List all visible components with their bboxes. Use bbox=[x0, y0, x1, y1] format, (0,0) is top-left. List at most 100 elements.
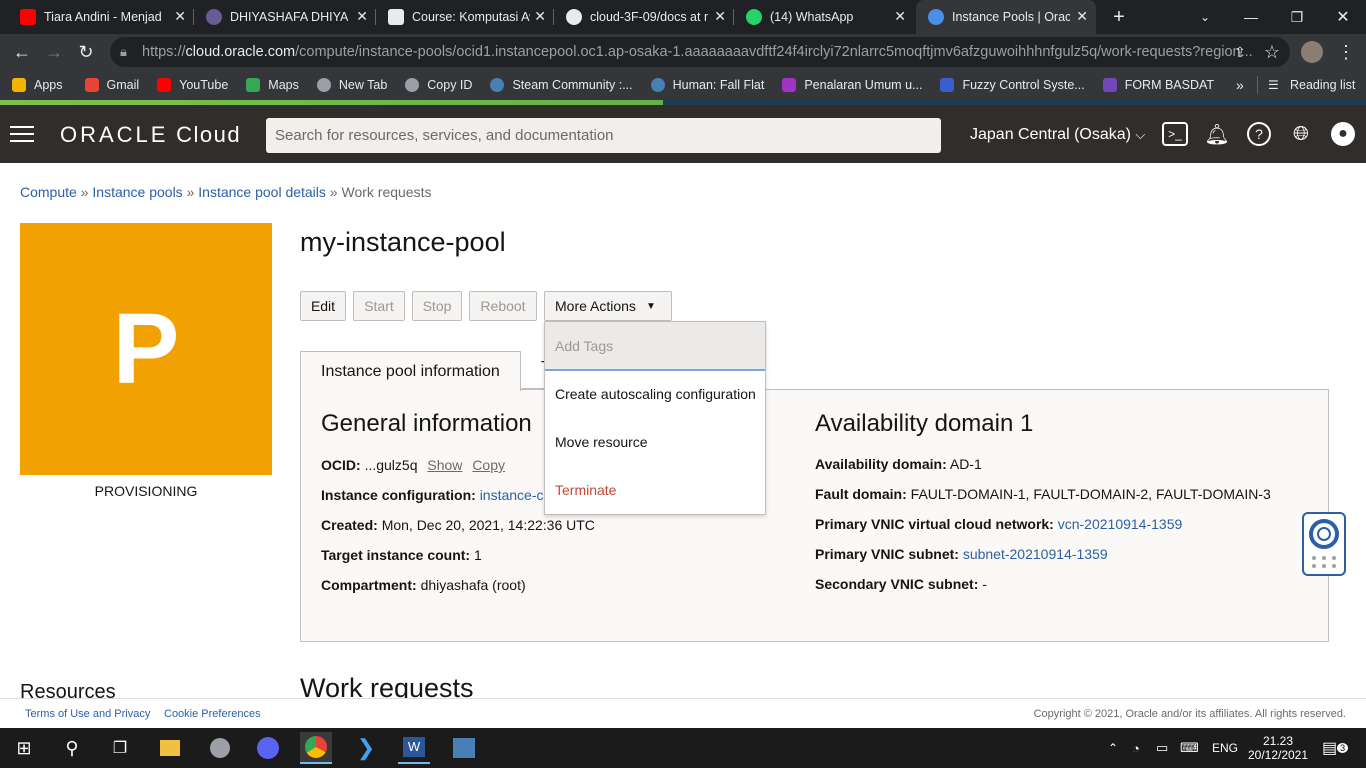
cookie-preferences-link[interactable]: Cookie Preferences bbox=[164, 708, 261, 720]
battery-icon[interactable]: ▭ bbox=[1156, 728, 1168, 768]
help-icon[interactable]: ? bbox=[1247, 122, 1271, 146]
bookmark-apps[interactable]: Apps bbox=[12, 78, 63, 92]
word-icon[interactable]: W bbox=[403, 737, 425, 757]
browser-tab[interactable]: Tiara Andini - Menjadi ✕ bbox=[8, 0, 194, 34]
windows-start-icon[interactable]: ⊞ bbox=[8, 732, 40, 764]
language-indicator[interactable]: ENG bbox=[1212, 728, 1238, 768]
task-view-icon[interactable]: ❐ bbox=[104, 732, 136, 764]
profile-user-icon[interactable]: ● bbox=[1331, 122, 1355, 146]
wifi-icon[interactable]: ◔ bbox=[1132, 728, 1140, 768]
browser-menu-icon[interactable]: ⋮ bbox=[1332, 38, 1360, 66]
add-tags-label: Add Tags bbox=[555, 338, 614, 354]
file-explorer-icon[interactable] bbox=[160, 740, 180, 756]
notifications-bell-icon[interactable]: 🔔︎ bbox=[1204, 122, 1229, 146]
bookmark-youtube[interactable]: YouTube bbox=[157, 78, 228, 92]
profile-avatar[interactable] bbox=[1301, 41, 1323, 63]
more-actions-label: More Actions bbox=[555, 298, 636, 314]
hamburger-menu-icon[interactable] bbox=[10, 126, 34, 142]
tab-search-icon[interactable]: ⌄ bbox=[1182, 0, 1228, 34]
menu-item-add-tags[interactable]: Add Tags bbox=[545, 322, 765, 371]
whatsapp-icon bbox=[746, 9, 762, 25]
browser-tab[interactable]: (14) WhatsApp ✕ bbox=[734, 0, 914, 34]
close-tab-icon[interactable]: ✕ bbox=[714, 8, 726, 25]
terms-link[interactable]: Terms of Use and Privacy bbox=[25, 708, 150, 720]
browser-tab[interactable]: DHIYASHAFA DHIYAH ✕ bbox=[194, 0, 376, 34]
close-tab-icon[interactable]: ✕ bbox=[534, 8, 546, 25]
main-content: Compute » Instance pools » Instance pool… bbox=[0, 163, 1366, 698]
bookmark-form-basdat[interactable]: FORM BASDAT bbox=[1102, 78, 1214, 92]
share-icon[interactable]: ⇪ bbox=[1226, 38, 1254, 66]
bookmark-star-icon[interactable]: ☆ bbox=[1258, 38, 1286, 66]
close-window-button[interactable]: ✕ bbox=[1320, 0, 1366, 34]
close-tab-icon[interactable]: ✕ bbox=[894, 8, 906, 25]
bookmark-human-fall-flat[interactable]: Human: Fall Flat bbox=[650, 78, 764, 92]
primary-vnic-subnet-label: Primary VNIC subnet: bbox=[815, 546, 959, 562]
bookmark-fuzzy[interactable]: Fuzzy Control Syste... bbox=[940, 78, 1085, 92]
close-tab-icon[interactable]: ✕ bbox=[174, 8, 186, 25]
stop-button[interactable]: Stop bbox=[412, 291, 462, 321]
clock[interactable]: 21.23 20/12/2021 bbox=[1248, 728, 1308, 768]
resource-status-tile: P bbox=[20, 223, 272, 475]
bookmark-new-tab[interactable]: New Tab bbox=[316, 78, 387, 92]
search-icon[interactable]: ⚲ bbox=[56, 732, 88, 764]
created-label: Created: bbox=[321, 517, 378, 533]
subnet-link[interactable]: subnet-20210914-1359 bbox=[963, 546, 1108, 562]
search-input[interactable]: Search for resources, services, and docu… bbox=[266, 118, 941, 153]
cloud-shell-icon[interactable]: >_ bbox=[1162, 122, 1188, 146]
bookmark-label: Copy ID bbox=[427, 78, 473, 92]
more-actions-button[interactable]: More Actions ▼ bbox=[544, 291, 672, 321]
breadcrumb-compute[interactable]: Compute bbox=[20, 184, 77, 200]
bookmark-steam[interactable]: Steam Community :... bbox=[490, 78, 633, 92]
ocid-copy-link[interactable]: Copy bbox=[472, 457, 505, 473]
bookmark-copy-id[interactable]: Copy ID bbox=[405, 78, 472, 92]
site-icon bbox=[206, 9, 222, 25]
address-bar[interactable]: 🔒︎ https://cloud.oracle.com/compute/inst… bbox=[110, 37, 1290, 67]
vcn-link[interactable]: vcn-20210914-1359 bbox=[1058, 516, 1183, 532]
help-widget[interactable] bbox=[1302, 512, 1346, 576]
oracle-cloud-logo[interactable]: ORACLE Cloud bbox=[60, 122, 241, 148]
instance-configuration-link[interactable]: instance-c bbox=[480, 487, 544, 503]
breadcrumb-instance-pools[interactable]: Instance pools bbox=[92, 184, 182, 200]
reading-list-button[interactable]: Reading list bbox=[1290, 78, 1355, 92]
bookmark-maps[interactable]: Maps bbox=[246, 78, 299, 92]
menu-item-terminate[interactable]: Terminate bbox=[555, 482, 616, 498]
instance-configuration-label: Instance configuration: bbox=[321, 487, 476, 503]
reload-icon[interactable]: ↻ bbox=[72, 38, 100, 66]
back-icon[interactable]: ← bbox=[8, 38, 36, 66]
app-icon[interactable] bbox=[210, 738, 230, 758]
keyboard-icon[interactable]: ⌨ bbox=[1180, 728, 1199, 768]
browser-tab[interactable]: cloud-3F-09/docs at m ✕ bbox=[554, 0, 734, 34]
minimize-button[interactable]: — bbox=[1228, 0, 1274, 34]
restore-button[interactable]: ❐ bbox=[1274, 0, 1320, 34]
close-tab-icon[interactable]: ✕ bbox=[356, 8, 368, 25]
region-selector[interactable]: Japan Central (Osaka) ⌵ bbox=[970, 126, 1145, 144]
chrome-icon[interactable] bbox=[305, 736, 327, 758]
new-tab-button[interactable]: + bbox=[1096, 0, 1142, 34]
bookmark-gmail[interactable]: Gmail bbox=[84, 78, 139, 92]
fault-domain-row: Fault domain: FAULT-DOMAIN-1, FAULT-DOMA… bbox=[815, 486, 1271, 502]
oracle-cloud-icon bbox=[928, 9, 944, 25]
tab-instance-pool-information[interactable]: Instance pool information bbox=[300, 351, 521, 391]
bookmarks-overflow-button[interactable]: » bbox=[1236, 77, 1244, 93]
notification-center-icon[interactable]: ▤ 3 bbox=[1322, 728, 1349, 768]
vscode-icon[interactable]: ❯ bbox=[350, 732, 382, 764]
close-tab-icon[interactable]: ✕ bbox=[1076, 8, 1088, 25]
browser-tab-active[interactable]: Instance Pools | Oracle ✕ bbox=[916, 0, 1096, 34]
menu-item-move-resource[interactable]: Move resource bbox=[555, 434, 648, 450]
secondary-vnic-subnet-value: - bbox=[982, 576, 987, 592]
bookmark-penalaran[interactable]: Penalaran Umum u... bbox=[782, 78, 922, 92]
show-hidden-icons[interactable]: ⌃ bbox=[1108, 728, 1118, 768]
start-button[interactable]: Start bbox=[353, 291, 405, 321]
browser-tab[interactable]: Course: Komputasi Aw ✕ bbox=[376, 0, 554, 34]
reboot-button[interactable]: Reboot bbox=[469, 291, 537, 321]
target-count-row: Target instance count: 1 bbox=[321, 547, 482, 563]
discord-icon[interactable] bbox=[257, 737, 279, 759]
menu-item-create-autoscaling[interactable]: Create autoscaling configuration bbox=[555, 386, 756, 402]
breadcrumb-instance-pool-details[interactable]: Instance pool details bbox=[198, 184, 326, 200]
clock-time: 21.23 bbox=[1262, 734, 1294, 748]
edit-button[interactable]: Edit bbox=[300, 291, 346, 321]
network-app-icon[interactable] bbox=[453, 738, 475, 758]
language-globe-icon[interactable]: 🌐︎ bbox=[1289, 122, 1313, 146]
forward-icon[interactable]: → bbox=[40, 38, 68, 66]
ocid-show-link[interactable]: Show bbox=[427, 457, 462, 473]
